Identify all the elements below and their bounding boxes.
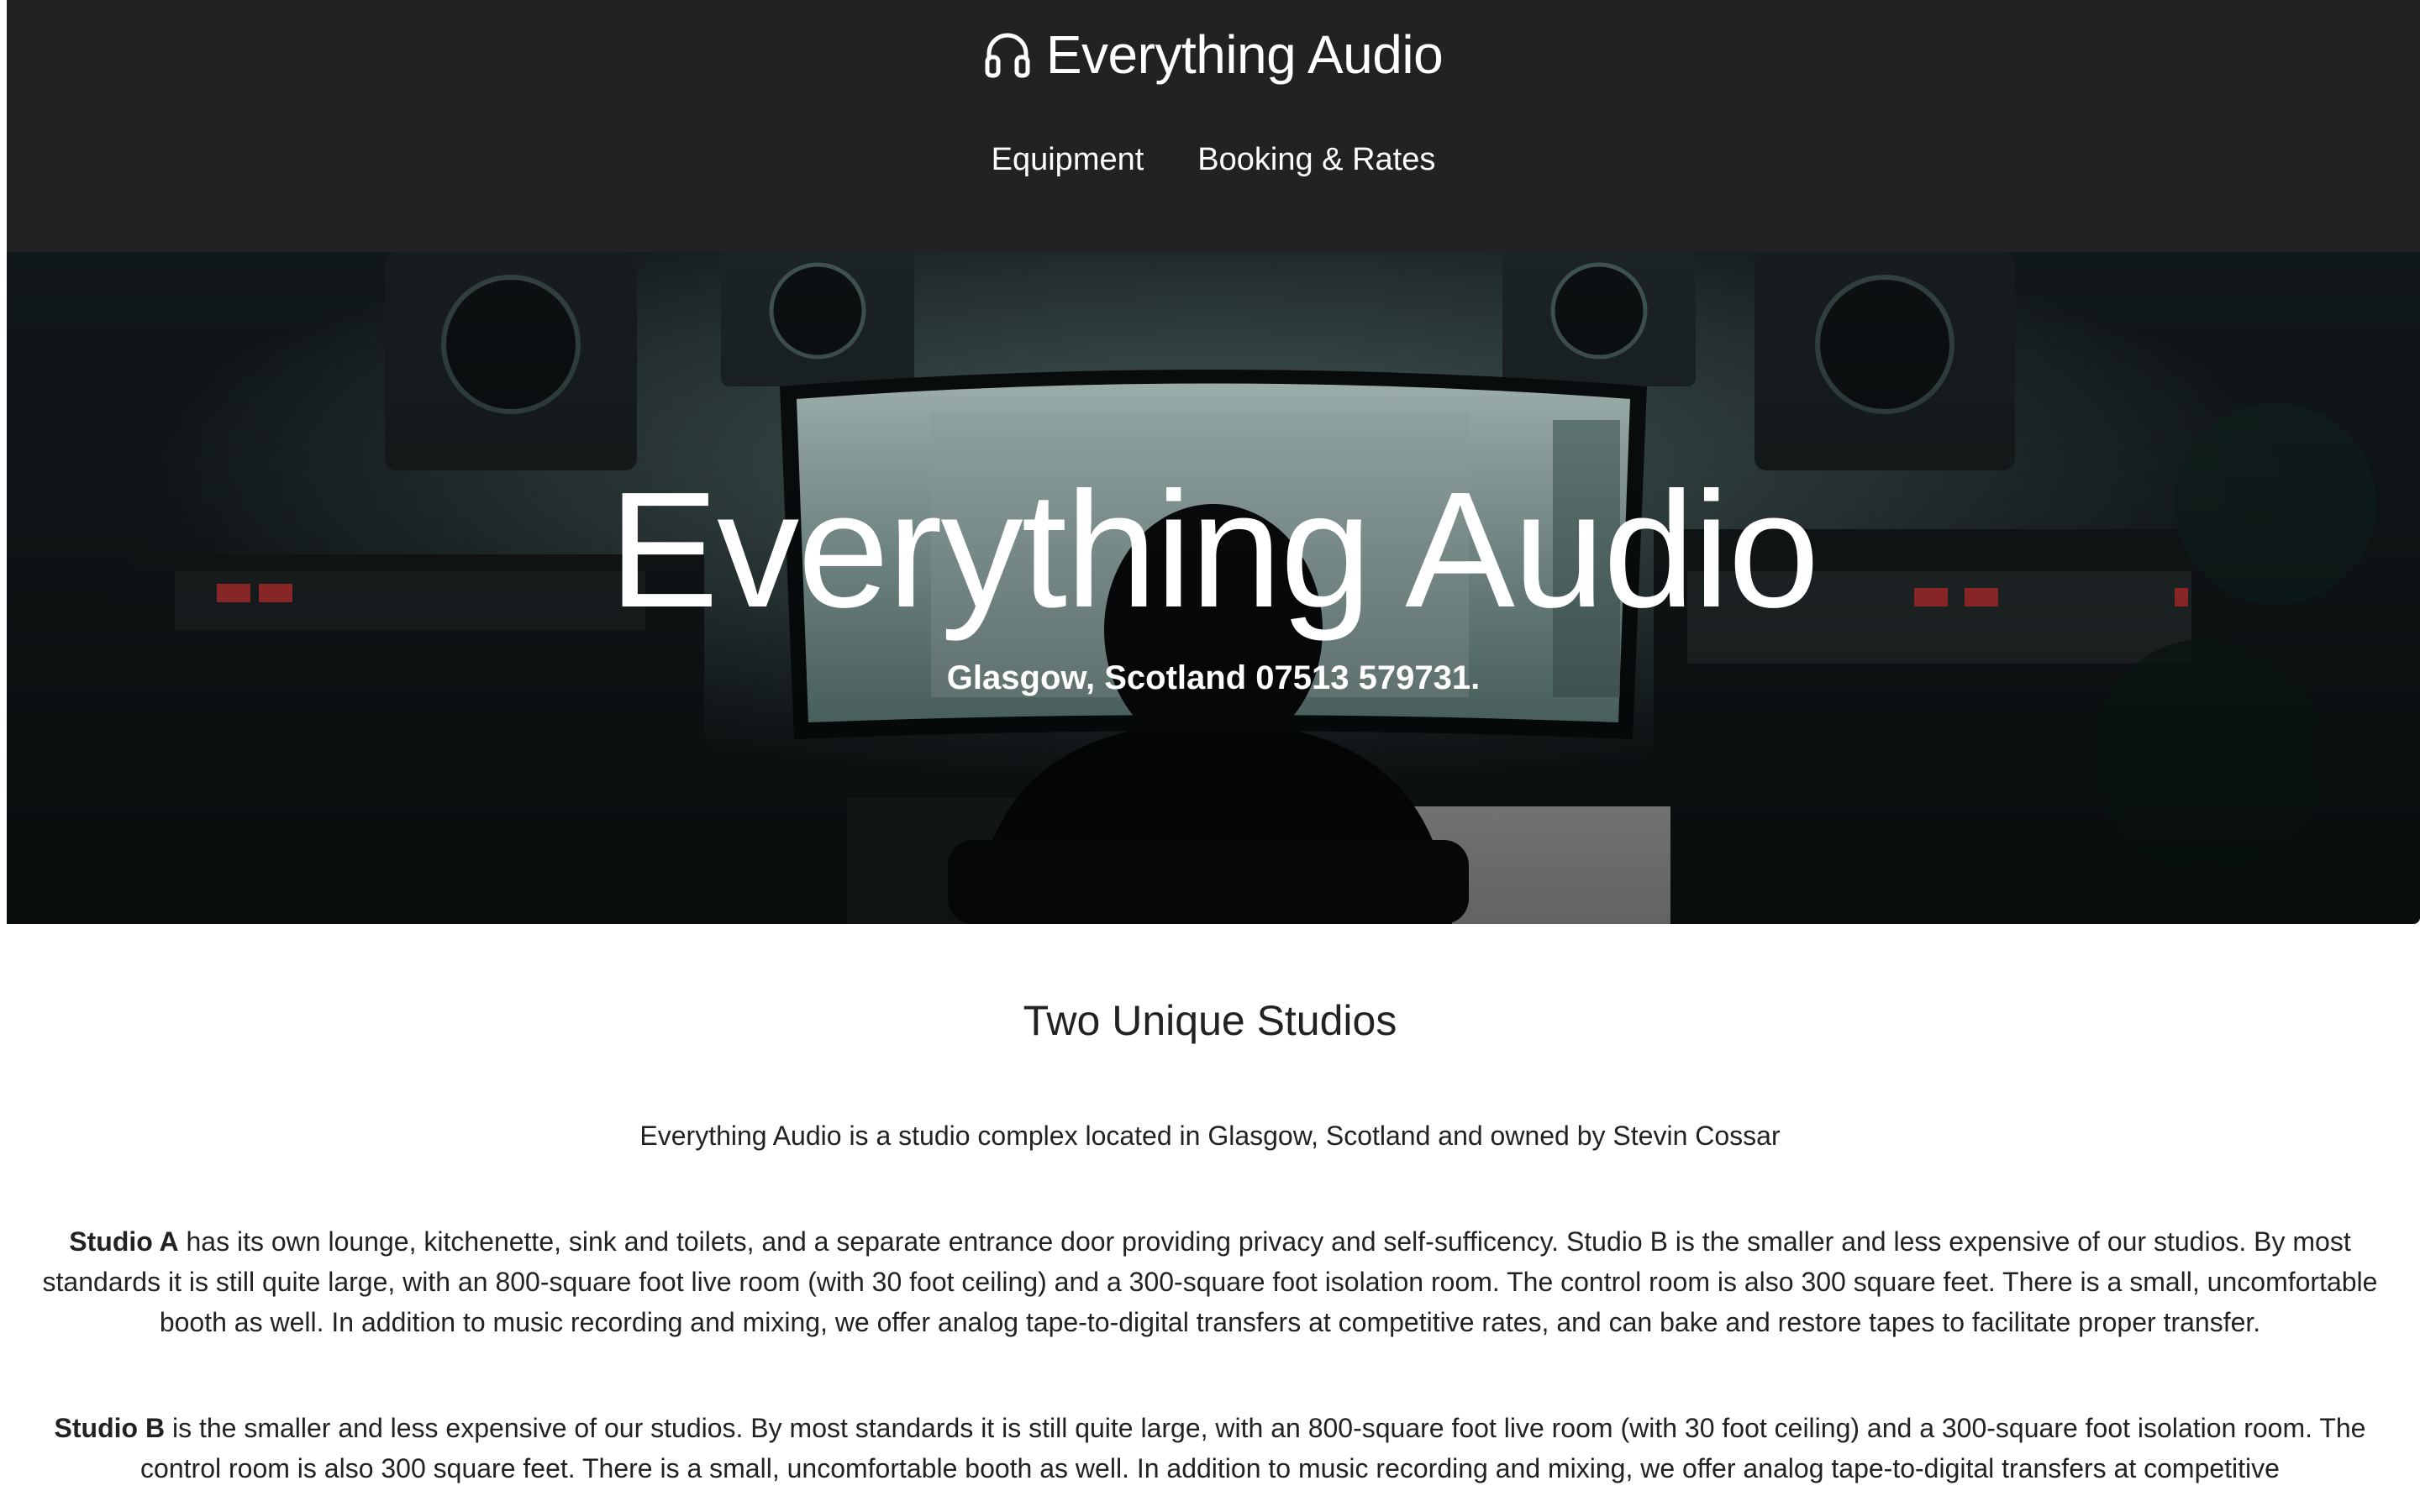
- site-header: Everything Audio Equipment Booking & Rat…: [7, 0, 2420, 252]
- brand[interactable]: Everything Audio: [7, 25, 2420, 84]
- studio-b-paragraph: Studio B is the smaller and less expensi…: [34, 1408, 2386, 1488]
- studio-a-text: has its own lounge, kitchenette, sink an…: [42, 1226, 2378, 1337]
- page: Everything Audio Equipment Booking & Rat…: [0, 0, 2420, 1512]
- studio-b-text: is the smaller and less expensive of our…: [140, 1413, 2366, 1483]
- intro-paragraph: Everything Audio is a studio complex loc…: [639, 1121, 1781, 1151]
- hero-subtitle: Glasgow, Scotland 07513 579731.: [946, 659, 1481, 696]
- studio-a-name: Studio A: [69, 1226, 179, 1257]
- brand-title: Everything Audio: [1045, 24, 1444, 85]
- studio-a-paragraph: Studio A has its own lounge, kitchenette…: [34, 1221, 2386, 1342]
- hero-title: Everything Audio: [608, 458, 1820, 642]
- nav-booking-rates[interactable]: Booking & Rates: [1197, 136, 1435, 183]
- studio-b-name: Studio B: [54, 1413, 166, 1443]
- left-edge: [0, 0, 7, 252]
- headphones-icon: [985, 33, 1030, 78]
- main-nav: Equipment Booking & Rates: [7, 136, 2420, 183]
- main-content: Two Unique Studios Everything Audio is a…: [34, 924, 2386, 1488]
- nav-equipment[interactable]: Equipment: [992, 136, 1144, 183]
- section-title: Two Unique Studios: [1023, 997, 1397, 1044]
- hero-banner: Everything Audio Glasgow, Scotland 07513…: [7, 252, 2420, 924]
